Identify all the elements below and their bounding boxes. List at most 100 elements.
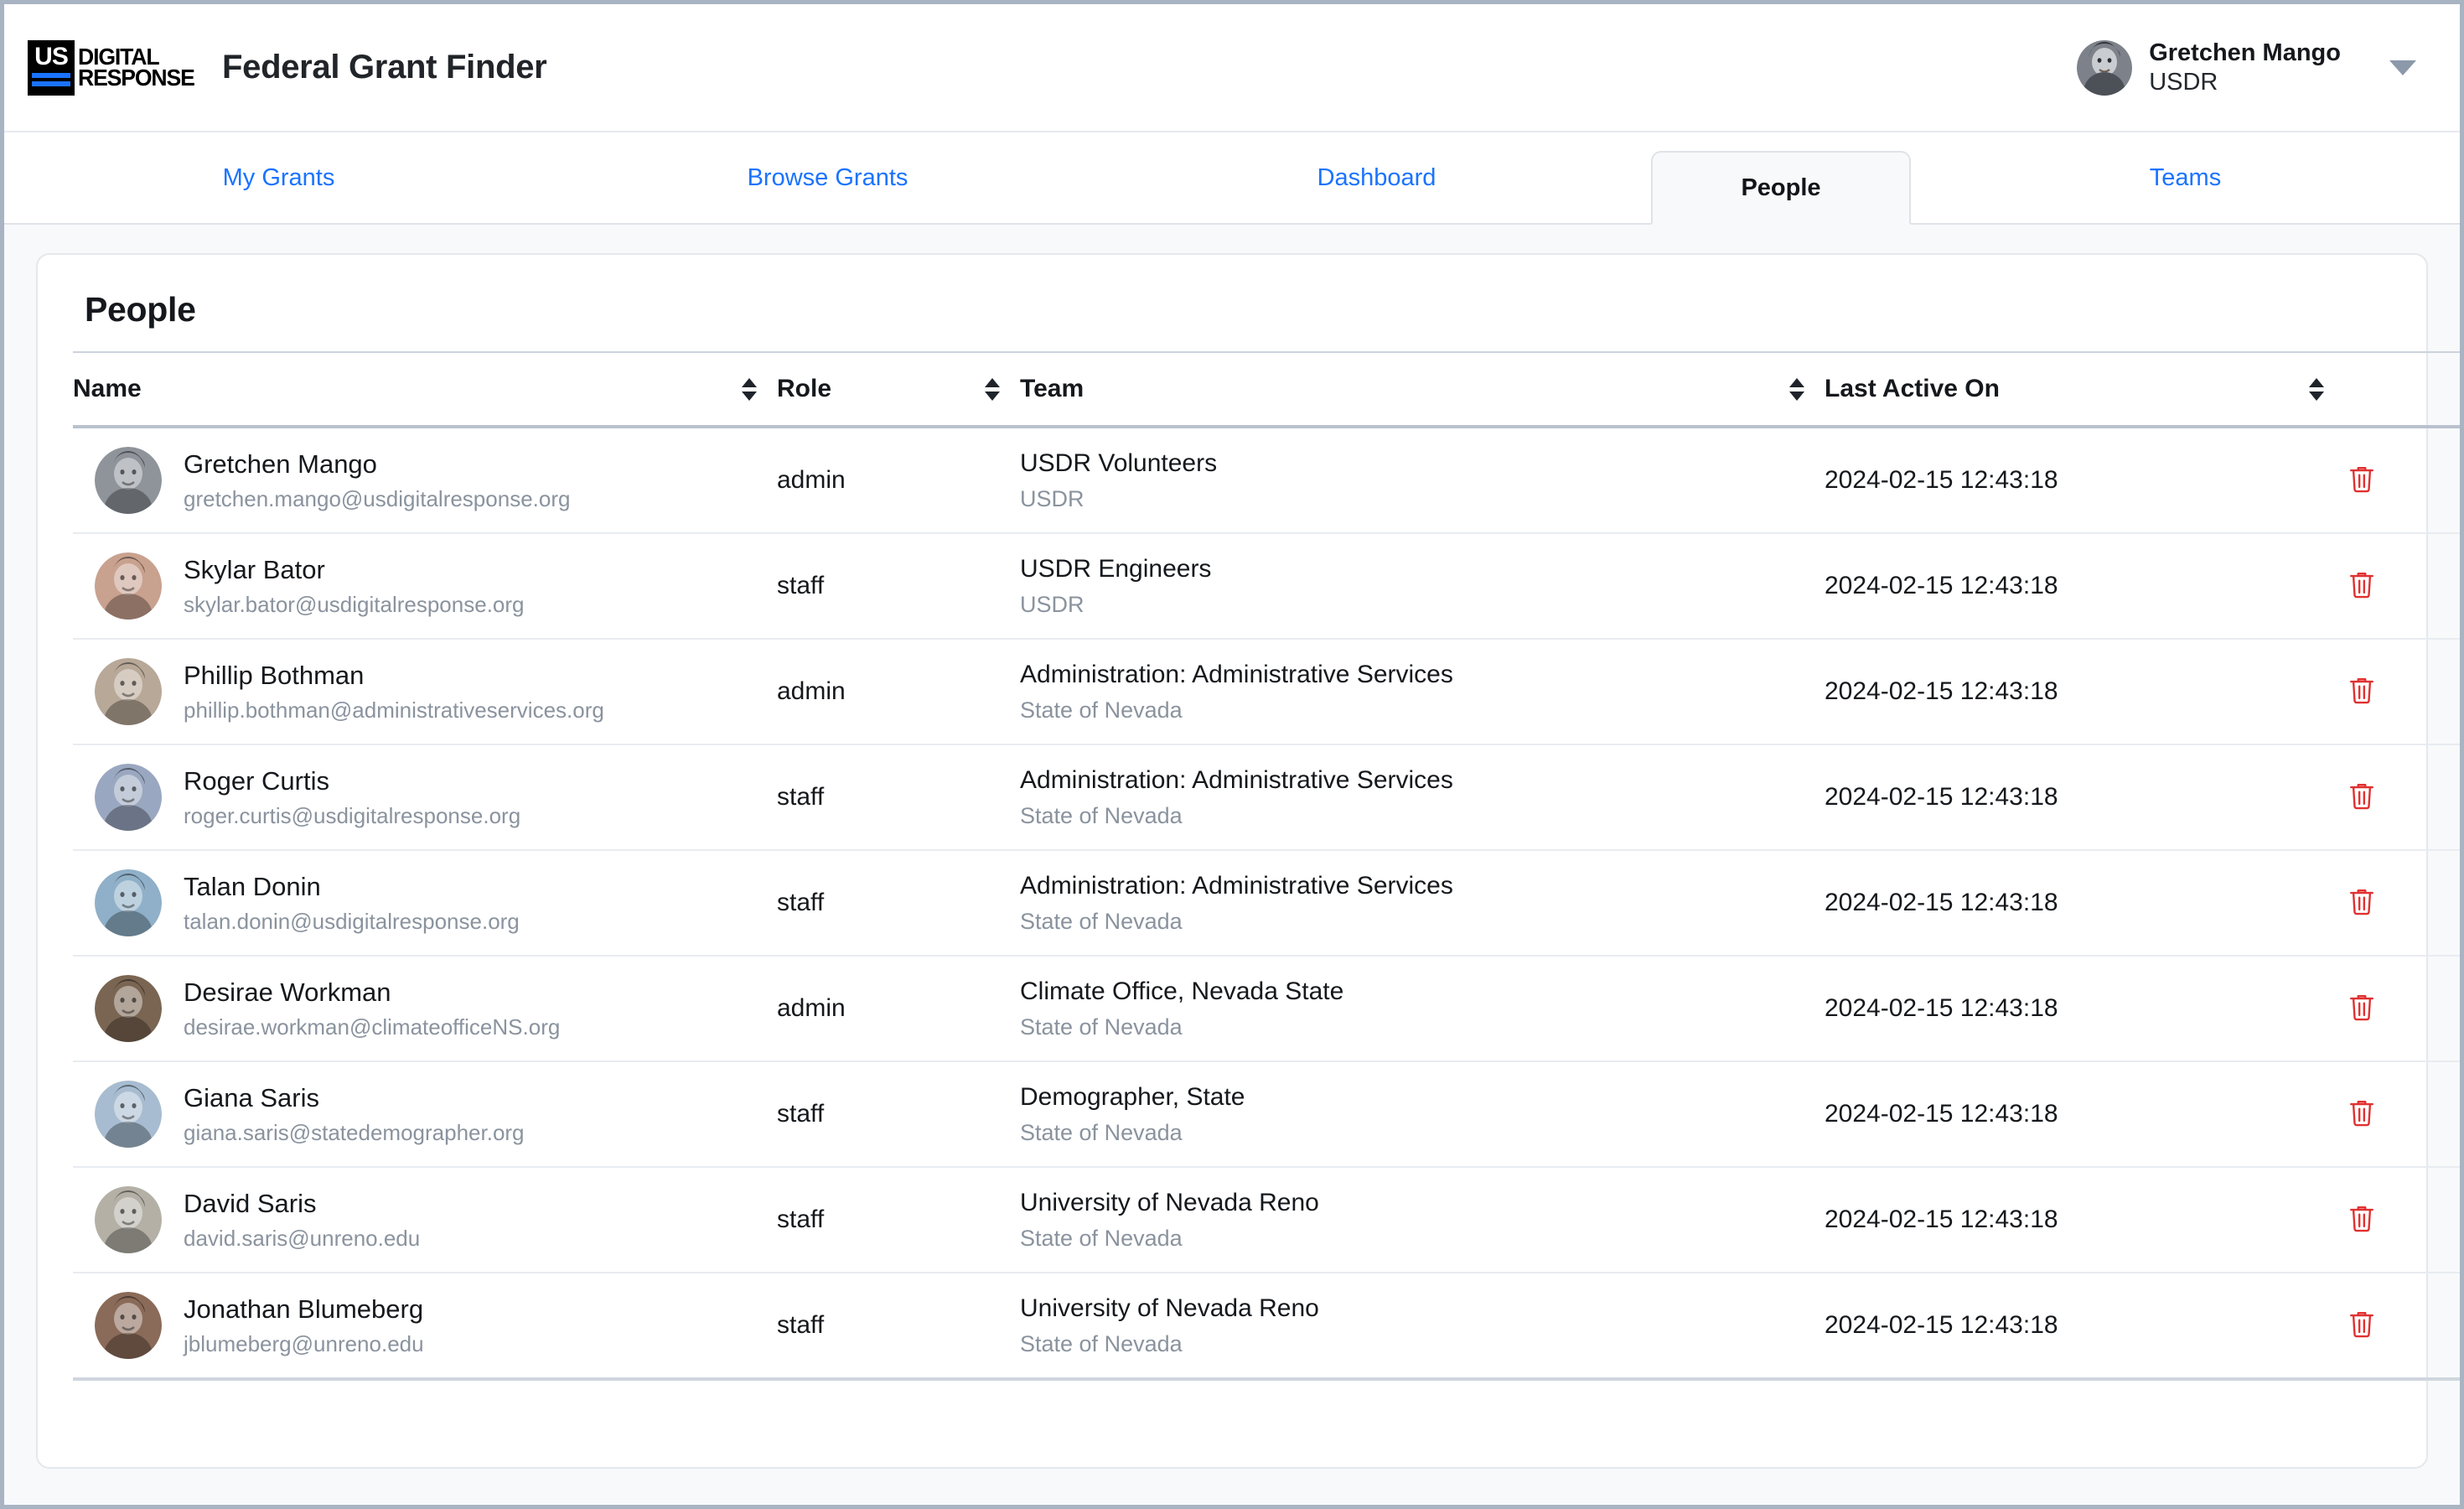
- team-name: Demographer, State: [1020, 1082, 1245, 1111]
- delete-person-button[interactable]: [2344, 882, 2379, 920]
- delete-person-button[interactable]: [2344, 988, 2379, 1026]
- trash-icon: [2350, 1101, 2373, 1127]
- tab-dashboard[interactable]: Dashboard: [1102, 132, 1651, 223]
- tab-teams[interactable]: Teams: [1911, 132, 2460, 223]
- person-name: Giana Saris: [184, 1082, 319, 1112]
- team-name: Administration: Administrative Services: [1020, 765, 1453, 794]
- delete-person-button[interactable]: [2344, 1304, 2379, 1343]
- team-org: USDR: [1020, 485, 1084, 511]
- cell-actions: [2344, 533, 2460, 640]
- tab-my-grants[interactable]: My Grants: [4, 132, 553, 223]
- person-email: roger.curtis@usdigitalresponse.org: [184, 802, 521, 828]
- column-header-name[interactable]: Name: [73, 351, 777, 428]
- cell-last-active: 2024-02-15 12:43:18: [1825, 1273, 2344, 1379]
- delete-person-button[interactable]: [2344, 565, 2379, 604]
- people-table-body: Gretchen Mango gretchen.mango@usdigitalr…: [73, 427, 2460, 1379]
- team-org: State of Nevada: [1020, 908, 1183, 934]
- person-email: david.saris@unreno.edu: [184, 1225, 421, 1251]
- caret-down-icon[interactable]: [2389, 60, 2416, 75]
- sort-updown-icon[interactable]: [985, 377, 1000, 401]
- delete-person-button[interactable]: [2344, 671, 2379, 709]
- cell-team: Administration: Administrative Services …: [1020, 744, 1825, 851]
- brand: US DIGITAL RESPONSE Federal Grant Finder: [28, 39, 547, 96]
- tab-bar: My Grants Browse Grants Dashboard People…: [4, 132, 2460, 225]
- tab-people[interactable]: People: [1651, 151, 1911, 225]
- trash-icon: [2350, 889, 2373, 915]
- avatar: [95, 1292, 162, 1359]
- team-name: USDR Volunteers: [1020, 449, 1218, 477]
- usdr-logo-bars: [32, 72, 70, 90]
- team-name: USDR Engineers: [1020, 554, 1212, 583]
- cell-role: staff: [777, 1061, 1020, 1168]
- cell-team: University of Nevada Reno State of Nevad…: [1020, 1273, 1825, 1379]
- table-row: Phillip Bothman phillip.bothman@administ…: [73, 639, 2460, 745]
- avatar: [95, 975, 162, 1042]
- person-email: talan.donin@usdigitalresponse.org: [184, 908, 520, 934]
- sort-updown-icon[interactable]: [742, 377, 757, 401]
- page-title: People: [85, 290, 196, 329]
- table-row: David Saris david.saris@unreno.edu staff…: [73, 1167, 2460, 1273]
- usdr-logo-word-response: RESPONSE: [78, 64, 195, 91]
- person-email: gretchen.mango@usdigitalresponse.org: [184, 485, 571, 511]
- delete-person-button[interactable]: [2344, 776, 2379, 815]
- cell-last-active: 2024-02-15 12:43:18: [1825, 744, 2344, 851]
- person-name: Talan Donin: [184, 871, 321, 901]
- cell-name: Giana Saris giana.saris@statedemographer…: [73, 1061, 777, 1168]
- team-org: USDR: [1020, 591, 1084, 617]
- person-role: admin: [777, 994, 846, 1022]
- column-header-role[interactable]: Role: [777, 351, 1020, 428]
- cell-team: Administration: Administrative Services …: [1020, 850, 1825, 957]
- person-name: David Saris: [184, 1188, 317, 1218]
- people-card: People Name Role Team Last Active On Gre…: [36, 253, 2460, 1469]
- avatar: [95, 1186, 162, 1253]
- team-name: Climate Office, Nevada State: [1020, 977, 1344, 1005]
- cell-actions: [2344, 1273, 2460, 1379]
- app-window: US DIGITAL RESPONSE Federal Grant Finder: [0, 0, 2464, 1509]
- trash-icon: [2350, 1312, 2373, 1338]
- team-org: State of Nevada: [1020, 1119, 1183, 1145]
- column-header-last-active[interactable]: Last Active On: [1825, 351, 2344, 428]
- person-name: Gretchen Mango: [184, 449, 377, 479]
- table-row: Giana Saris giana.saris@statedemographer…: [73, 1061, 2460, 1168]
- cell-role: staff: [777, 533, 1020, 640]
- sort-updown-icon[interactable]: [2309, 377, 2324, 401]
- cell-name: Skylar Bator skylar.bator@usdigitalrespo…: [73, 533, 777, 640]
- last-active-value: 2024-02-15 12:43:18: [1825, 783, 2058, 811]
- tab-browse-grants[interactable]: Browse Grants: [553, 132, 1102, 223]
- cell-actions: [2344, 744, 2460, 851]
- person-email: desirae.workman@climateofficeNS.org: [184, 1014, 561, 1040]
- delete-person-button[interactable]: [2344, 1199, 2379, 1237]
- user-menu[interactable]: Gretchen Mango USDR: [2077, 39, 2425, 96]
- trash-icon: [2350, 784, 2373, 810]
- sort-updown-icon[interactable]: [1789, 377, 1804, 401]
- delete-person-button[interactable]: [2344, 1093, 2379, 1132]
- person-name: Desirae Workman: [184, 977, 391, 1007]
- trash-icon: [2350, 467, 2373, 493]
- last-active-value: 2024-02-15 12:43:18: [1825, 1311, 2058, 1339]
- app-title: Federal Grant Finder: [222, 49, 547, 86]
- person-name: Jonathan Blumeberg: [184, 1294, 424, 1324]
- person-email: skylar.bator@usdigitalresponse.org: [184, 591, 525, 617]
- trash-icon: [2350, 678, 2373, 704]
- main-content: People Name Role Team Last Active On Gre…: [4, 225, 2460, 1505]
- cell-last-active: 2024-02-15 12:43:18: [1825, 956, 2344, 1062]
- cell-last-active: 2024-02-15 12:43:18: [1825, 1061, 2344, 1168]
- last-active-value: 2024-02-15 12:43:18: [1825, 889, 2058, 916]
- user-name: Gretchen Mango: [2149, 39, 2341, 66]
- avatar: [95, 447, 162, 514]
- delete-person-button[interactable]: [2344, 459, 2379, 498]
- column-label-team: Team: [1020, 375, 1084, 402]
- column-header-team[interactable]: Team: [1020, 351, 1825, 428]
- cell-actions: [2344, 1167, 2460, 1273]
- cell-name: Desirae Workman desirae.workman@climateo…: [73, 956, 777, 1062]
- cell-name: Gretchen Mango gretchen.mango@usdigitalr…: [73, 427, 777, 534]
- cell-last-active: 2024-02-15 12:43:18: [1825, 427, 2344, 534]
- cell-actions: [2344, 427, 2460, 534]
- person-role: staff: [777, 1311, 825, 1339]
- cell-role: staff: [777, 850, 1020, 957]
- column-label-role: Role: [777, 375, 832, 402]
- cell-team: Climate Office, Nevada State State of Ne…: [1020, 956, 1825, 1062]
- team-org: State of Nevada: [1020, 1330, 1183, 1356]
- last-active-value: 2024-02-15 12:43:18: [1825, 1100, 2058, 1128]
- team-name: Administration: Administrative Services: [1020, 871, 1453, 900]
